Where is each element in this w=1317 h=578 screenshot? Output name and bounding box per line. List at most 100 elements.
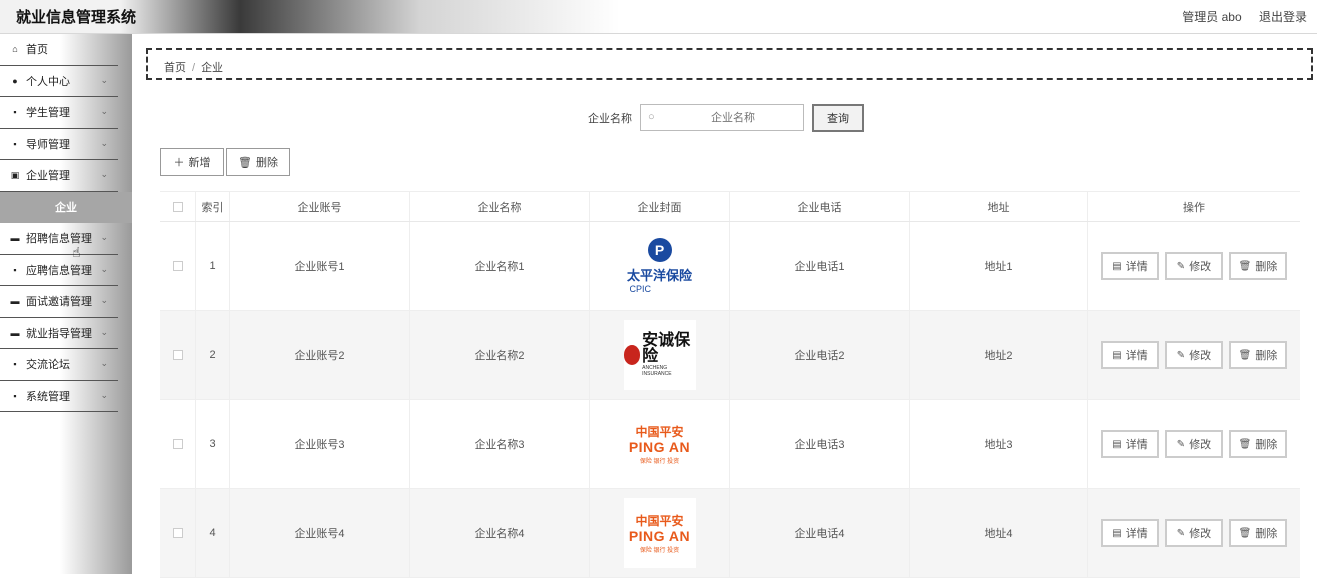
- sidebar-item-label: 交流论坛: [26, 359, 70, 372]
- chevron-down-icon: ⌄: [100, 106, 108, 116]
- delete-button[interactable]: 🗑 删除: [1229, 341, 1287, 369]
- doc-icon: ▬: [10, 233, 20, 244]
- add-button[interactable]: ＋ 新增: [160, 148, 224, 176]
- logo-text: 安诚保险: [642, 332, 691, 365]
- search-input[interactable]: [641, 105, 803, 130]
- logo-subtext: 保险 银行 投资: [639, 458, 680, 465]
- sidebar-item-label: 就业指导管理: [26, 327, 92, 340]
- sidebar-item-label: 企业管理: [26, 170, 70, 183]
- doc-icon: ▤: [1112, 527, 1122, 539]
- enterprise-table: 索引 企业账号 企业名称 企业封面 企业电话 地址 操作 1 企业账号1 企业名称1…: [160, 191, 1300, 578]
- detail-button-label: 详情: [1125, 439, 1148, 451]
- breadcrumb-current: 企业: [201, 62, 224, 74]
- sidebar-item[interactable]: ● 个人中心 ⌄: [0, 66, 118, 97]
- sidebar-item[interactable]: ▬ 就业指导管理 ⌄: [0, 318, 118, 349]
- building-icon: ▣: [10, 169, 20, 180]
- chevron-down-icon: ⌄: [100, 295, 108, 305]
- sidebar-item[interactable]: ▪ 系统管理 ⌄: [0, 381, 118, 412]
- edit-button[interactable]: ✎ 修改: [1165, 252, 1223, 280]
- grid-icon: ▪: [13, 138, 17, 149]
- grid-icon: ▪: [13, 390, 17, 401]
- trash-icon: 🗑: [238, 156, 252, 169]
- logo-brand-text: PING AN: [628, 528, 691, 545]
- sidebar-item[interactable]: ▬ 面试邀请管理 ⌄: [0, 286, 118, 318]
- edit-button[interactable]: ✎ 修改: [1165, 519, 1223, 547]
- logo-text: 中国平安: [635, 425, 684, 440]
- detail-button[interactable]: ▤ 详情: [1101, 252, 1159, 280]
- table-row: 4 企业账号4 企业名称4 中国平安 PING AN 保险 银行 投资 企业电话4 地址4 ▤ 详…: [160, 489, 1300, 578]
- chevron-down-icon: ⌄: [100, 74, 108, 85]
- grid-icon: ▪: [13, 359, 17, 370]
- sidebar-item[interactable]: ▬ 招聘信息管理 ⌄: [0, 223, 118, 255]
- ancheng-emblem-icon: [623, 345, 641, 365]
- cell-index: 2: [196, 311, 230, 399]
- edit-button-label: 修改: [1189, 528, 1212, 540]
- app-title: 就业信息管理系统: [16, 9, 137, 26]
- row-checkbox[interactable]: [172, 439, 183, 449]
- sidebar-item[interactable]: ▪ 应聘信息管理 ⌄: [0, 255, 118, 286]
- cell-index: 4: [196, 489, 230, 577]
- detail-button-label: 详情: [1125, 261, 1148, 273]
- row-checkbox[interactable]: [172, 350, 183, 360]
- header-name: 企业名称: [410, 192, 590, 221]
- chevron-down-icon: ⌄: [100, 326, 108, 337]
- cell-index: 1: [196, 222, 230, 310]
- edit-button[interactable]: ✎ 修改: [1165, 430, 1223, 458]
- row-checkbox[interactable]: [172, 528, 183, 538]
- select-all-checkbox[interactable]: [172, 201, 183, 212]
- sidebar-item-label: 应聘信息管理: [26, 264, 92, 277]
- cell-name: 企业名称4: [410, 489, 590, 577]
- sidebar-item[interactable]: ▪ 交流论坛 ⌄: [0, 349, 118, 381]
- edit-button-label: 修改: [1189, 439, 1212, 451]
- delete-button[interactable]: 🗑 删除: [1229, 519, 1287, 547]
- breadcrumb-home[interactable]: 首页: [164, 62, 186, 74]
- cell-name: 企业名称2: [410, 311, 590, 399]
- delete-button[interactable]: 🗑 删除: [1229, 430, 1287, 458]
- sidebar-item[interactable]: ▪ 导师管理 ⌄: [0, 129, 118, 160]
- logo-text: 中国平安: [635, 514, 684, 529]
- header-index: 索引: [196, 192, 230, 221]
- cell-actions: ▤ 详情 ✎ 修改 🗑 删除: [1088, 222, 1300, 310]
- chat-icon: ▬: [10, 296, 20, 307]
- search-box: ○: [640, 104, 804, 131]
- cell-name: 企业名称1: [410, 222, 590, 310]
- sidebar-item[interactable]: ⌂ 首页: [0, 34, 118, 66]
- detail-button[interactable]: ▤ 详情: [1101, 341, 1159, 369]
- header-cover: 企业封面: [590, 192, 730, 221]
- logo-text-group: 安诚保险 ANCHENG INSURANCE: [642, 332, 695, 378]
- logout-link[interactable]: 退出登录: [1259, 10, 1307, 24]
- header-phone: 企业电话: [730, 192, 910, 221]
- detail-button[interactable]: ▤ 详情: [1101, 519, 1159, 547]
- top-bar: 就业信息管理系统 管理员 abo 退出登录: [0, 0, 1317, 34]
- search-icon: ○: [648, 111, 655, 123]
- breadcrumb: 首页 / 企业: [146, 48, 1313, 80]
- cpic-mark-icon: P: [647, 238, 672, 262]
- trash-icon: 🗑: [1238, 260, 1252, 272]
- home-icon: ⌂: [12, 44, 18, 55]
- cell-phone: 企业电话1: [730, 222, 910, 310]
- row-checkbox[interactable]: [172, 261, 183, 271]
- sidebar-item[interactable]: ▪ 学生管理 ⌄: [0, 97, 118, 129]
- pingan-logo: 中国平安 PING AN 保险 银行 投资: [623, 498, 696, 568]
- cpic-logo: P 太平洋保险 CPIC: [623, 231, 696, 301]
- table-row: 2 企业账号2 企业名称2 安诚保险 ANCHENG INSURANCE 企业电话2 地址2…: [160, 311, 1300, 400]
- pencil-icon: ✎: [1176, 527, 1186, 539]
- main-content: 首页 / 企业 企业名称 ○ 查询 ＋ 新增 🗑 删除 索引 企业账号 企业名称 企…: [132, 34, 1317, 578]
- delete-button[interactable]: 🗑 删除: [1229, 252, 1287, 280]
- edit-button[interactable]: ✎ 修改: [1165, 341, 1223, 369]
- logo-subtext: 保险 银行 投资: [639, 547, 680, 554]
- doc-icon: ▤: [1112, 438, 1122, 450]
- detail-button[interactable]: ▤ 详情: [1101, 430, 1159, 458]
- sidebar-item-active[interactable]: 企业: [0, 191, 132, 223]
- search-button[interactable]: 查询: [812, 103, 864, 132]
- header-account: 企业账号: [230, 192, 410, 221]
- edit-button-label: 修改: [1189, 350, 1212, 362]
- pencil-icon: ✎: [1176, 349, 1186, 361]
- cell-account: 企业账号4: [230, 489, 410, 577]
- batch-delete-button[interactable]: 🗑 删除: [226, 148, 290, 176]
- cell-phone: 企业电话2: [730, 311, 910, 399]
- table-row: 3 企业账号3 企业名称3 中国平安 PING AN 保险 银行 投资 企业电话3 地址3 ▤ 详…: [160, 400, 1300, 489]
- user-icon: ●: [12, 75, 18, 86]
- sidebar-item[interactable]: ▣ 企业管理 ⌄: [0, 160, 118, 192]
- cell-index: 3: [196, 400, 230, 488]
